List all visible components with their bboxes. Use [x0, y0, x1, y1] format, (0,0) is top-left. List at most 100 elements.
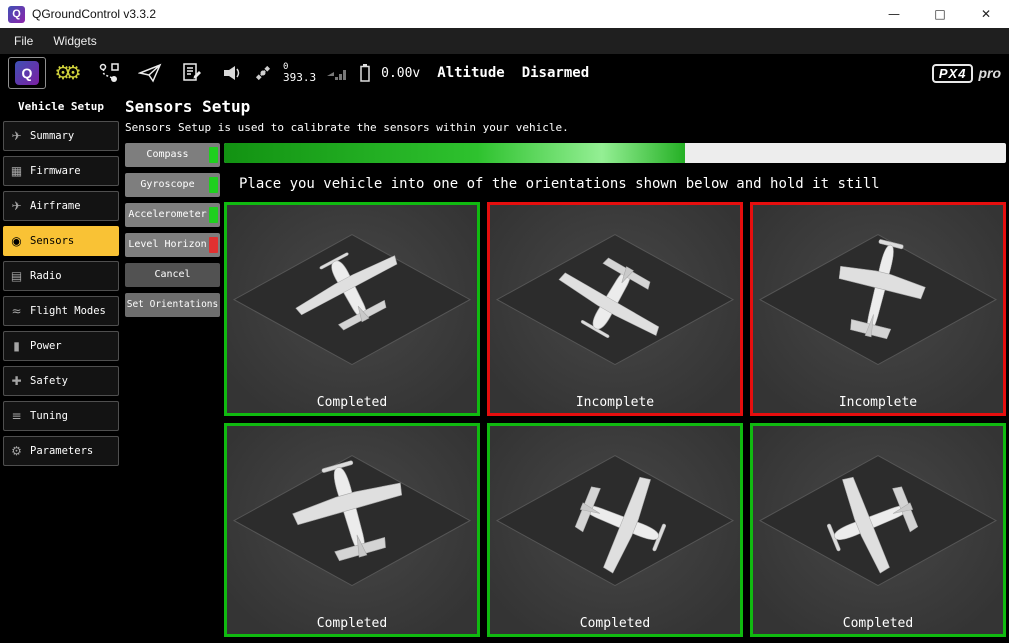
calibration-instruction: Place you vehicle into one of the orient…	[239, 175, 880, 192]
paper-plane-icon	[138, 63, 162, 83]
sidebar-item-tuning[interactable]: ≡ Tuning	[3, 401, 119, 431]
orientation-status-label: Completed	[842, 616, 914, 631]
fly-view-button[interactable]	[131, 57, 169, 89]
gyroscope-button-label: Gyroscope	[140, 179, 195, 191]
accelerometer-button[interactable]: Accelerometer	[125, 202, 220, 227]
pro-label: pro	[978, 64, 1001, 81]
set-orientations-button[interactable]: Set Orientations	[125, 292, 220, 317]
sidebar-item-firmware[interactable]: ▦ Firmware	[3, 156, 119, 186]
minimize-button[interactable]: —	[871, 0, 917, 28]
orientation-status-label: Incomplete	[838, 394, 918, 410]
orientation-cell: Completed	[750, 422, 1006, 637]
sidebar-item-summary[interactable]: ✈ Summary	[3, 121, 119, 151]
qgroundcontrol-window: Q QGroundControl v3.3.2 — □ ✕ File Widge…	[0, 0, 1009, 643]
page-title: Sensors Setup	[125, 97, 251, 116]
sidebar-item-label: Parameters	[30, 445, 94, 457]
orientation-cell: Incomplete	[750, 201, 1006, 416]
vehicle-orientation-image	[232, 232, 472, 365]
accelerometer-status-indicator	[209, 206, 218, 223]
sidebar-item-label: Tuning	[30, 410, 68, 422]
px4-pro-badge: PX4 pro	[931, 63, 1001, 83]
calibration-progress-bar	[224, 142, 1006, 163]
firmware-icon: ▦	[10, 164, 23, 178]
sidebar-item-sensors[interactable]: ◉ Sensors	[3, 226, 119, 256]
sidebar-item-label: Flight Modes	[30, 305, 106, 317]
page-description: Sensors Setup is used to calibrate the s…	[125, 120, 569, 134]
sidebar-item-label: Sensors	[30, 235, 75, 247]
power-battery-icon: ▮	[13, 339, 20, 353]
level-horizon-button[interactable]: Level Horizon	[125, 232, 220, 257]
orientation-status-label: Completed	[579, 616, 651, 631]
gps-satellite-icon[interactable]	[254, 64, 272, 82]
menu-widgets[interactable]: Widgets	[43, 30, 106, 52]
radio-icon: ▤	[10, 269, 23, 283]
menu-bar: File Widgets	[0, 28, 1009, 54]
sensors-icon: ◉	[11, 234, 22, 248]
sidebar-item-label: Airframe	[30, 200, 81, 212]
cancel-button[interactable]: Cancel	[125, 262, 220, 287]
window-title: QGroundControl v3.3.2	[32, 7, 157, 21]
settings-view-button[interactable]: Q	[8, 57, 46, 89]
sensor-buttons-column: Compass Gyroscope Accelerometer Level Ho…	[125, 142, 220, 643]
flight-modes-icon: ≈	[11, 304, 22, 318]
vehicle-orientation-image	[758, 230, 998, 365]
menu-file[interactable]: File	[4, 30, 43, 52]
sidebar-item-label: Radio	[30, 270, 62, 282]
orientation-status-label: Incomplete	[575, 394, 655, 410]
calibration-area: Place you vehicle into one of the orient…	[224, 142, 1006, 643]
progress-fill	[224, 142, 686, 163]
checklist-view-button[interactable]	[172, 57, 210, 89]
gears-icon: ⚙⚙	[54, 62, 81, 84]
qgc-toolbar-logo-icon: Q	[15, 61, 39, 85]
gyroscope-status-indicator	[209, 176, 218, 193]
sidebar-item-parameters[interactable]: ⚙ Parameters	[3, 436, 119, 466]
summary-icon: ✈	[11, 129, 22, 143]
sidebar-item-airframe[interactable]: ✈ Airframe	[3, 191, 119, 221]
waypoints-icon	[99, 63, 119, 82]
airframe-icon: ✈	[11, 199, 22, 213]
qgc-logo-icon: Q	[8, 5, 25, 23]
gyroscope-button[interactable]: Gyroscope	[125, 172, 220, 197]
orientation-cell: Incomplete	[487, 201, 743, 416]
toolbar: Q ⚙⚙ 0 393.3 0.00v Altitude Disarmed PX4…	[0, 54, 1009, 92]
accelerometer-button-label: Accelerometer	[128, 209, 207, 221]
vehicle-setup-view-button[interactable]: ⚙⚙	[49, 57, 87, 89]
sidebar-item-power[interactable]: ▮ Power	[3, 331, 119, 361]
maximize-button[interactable]: □	[917, 0, 963, 28]
sensors-setup-panel: Sensors Setup Sensors Setup is used to c…	[122, 92, 1009, 643]
compass-button[interactable]: Compass	[125, 142, 220, 167]
orientation-status-label: Completed	[316, 394, 388, 410]
sidebar-item-radio[interactable]: ▤ Radio	[3, 261, 119, 291]
sidebar-item-safety[interactable]: ✚ Safety	[3, 366, 119, 396]
flight-mode-indicator[interactable]: Altitude	[437, 65, 504, 81]
set-orientations-button-label: Set Orientations	[126, 299, 219, 311]
title-bar: Q QGroundControl v3.3.2 — □ ✕	[0, 0, 1009, 28]
close-button[interactable]: ✕	[963, 0, 1009, 28]
vehicle-setup-sidebar: Vehicle Setup ✈ Summary ▦ Firmware ✈ Air…	[0, 92, 122, 643]
orientation-cell: Completed	[487, 422, 743, 637]
vehicle-orientation-image	[495, 454, 735, 586]
rc-signal-icon[interactable]	[327, 66, 349, 80]
parameters-gear-icon: ⚙	[11, 444, 22, 458]
toolbar-status: 0 393.3 0.00v Altitude Disarmed	[223, 63, 589, 83]
sidebar-item-flight-modes[interactable]: ≈ Flight Modes	[3, 296, 119, 326]
compass-status-indicator	[209, 146, 218, 163]
vehicle-orientation-image	[232, 448, 472, 586]
window-controls: — □ ✕	[871, 0, 1009, 28]
compass-button-label: Compass	[146, 149, 189, 161]
battery-voltage[interactable]: 0.00v	[381, 66, 420, 81]
cancel-button-label: Cancel	[154, 269, 191, 281]
sidebar-item-label: Safety	[30, 375, 68, 387]
orientation-grid: Completed Incomplete Incomplete Complete…	[224, 201, 1006, 643]
gps-value: 393.3	[283, 71, 317, 84]
plan-view-button[interactable]	[90, 57, 128, 89]
battery-icon[interactable]	[360, 64, 370, 82]
safety-cross-icon: ✚	[11, 374, 22, 388]
messages-speaker-icon[interactable]	[223, 65, 243, 81]
vehicle-orientation-image	[758, 454, 998, 586]
armed-state-indicator[interactable]: Disarmed	[522, 65, 589, 81]
gps-readout: 0 393.3	[283, 63, 317, 84]
px4-logo: PX4	[931, 63, 974, 83]
level-horizon-button-label: Level Horizon	[128, 239, 207, 251]
orientation-cell: Completed	[224, 201, 480, 416]
